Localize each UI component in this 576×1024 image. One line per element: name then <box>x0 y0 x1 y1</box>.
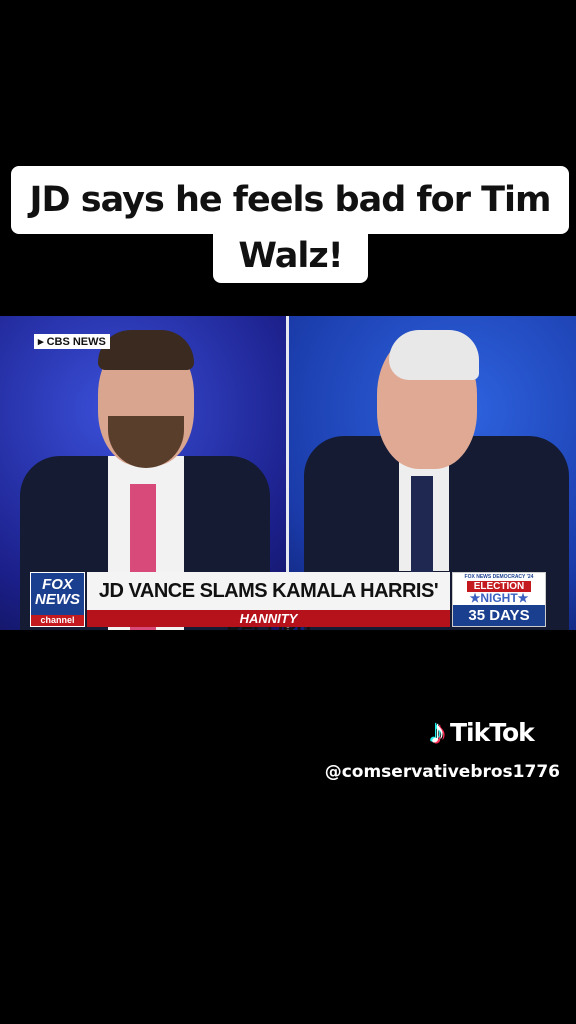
hair <box>98 330 194 370</box>
creator-handle: @comservativebros1776 <box>324 762 560 782</box>
countdown-days: 35 DAYS <box>453 605 545 626</box>
fox-news-chyron: FOX NEWS channel JD VANCE SLAMS KAMALA H… <box>30 572 546 630</box>
hair <box>389 330 479 380</box>
tiktok-note-icon: ♪ <box>429 713 446 751</box>
fox-news-logo: FOX NEWS channel <box>30 572 85 627</box>
logo-channel: channel <box>31 615 84 626</box>
logo-news: NEWS <box>35 591 80 608</box>
caption-text-2: Walz! <box>238 236 343 276</box>
show-name: HANNITY <box>87 610 450 627</box>
countdown-night: ★NIGHT★ <box>469 591 529 605</box>
chyron-headline: JD VANCE SLAMS KAMALA HARRIS' RECORD <box>87 572 450 630</box>
cbs-news-bug: ▸ CBS NEWS <box>34 334 110 349</box>
logo-fox: FOX <box>42 576 73 593</box>
caption-line-1: JD says he feels bad for Tim <box>11 166 569 234</box>
tiktok-watermark: ♪ TikTok <box>429 713 535 751</box>
caption-line-2: Walz! <box>213 230 368 283</box>
election-countdown: FOX NEWS DEMOCRACY '24 ELECTION ★NIGHT★ … <box>452 572 546 627</box>
tiktok-brand: TikTok <box>450 717 535 747</box>
countdown-top: FOX NEWS DEMOCRACY '24 <box>464 574 534 580</box>
tie <box>411 476 433 572</box>
video-frame[interactable]: ▸ CBS NEWS FOX NEWS channel JD VANCE SLA… <box>0 316 576 630</box>
